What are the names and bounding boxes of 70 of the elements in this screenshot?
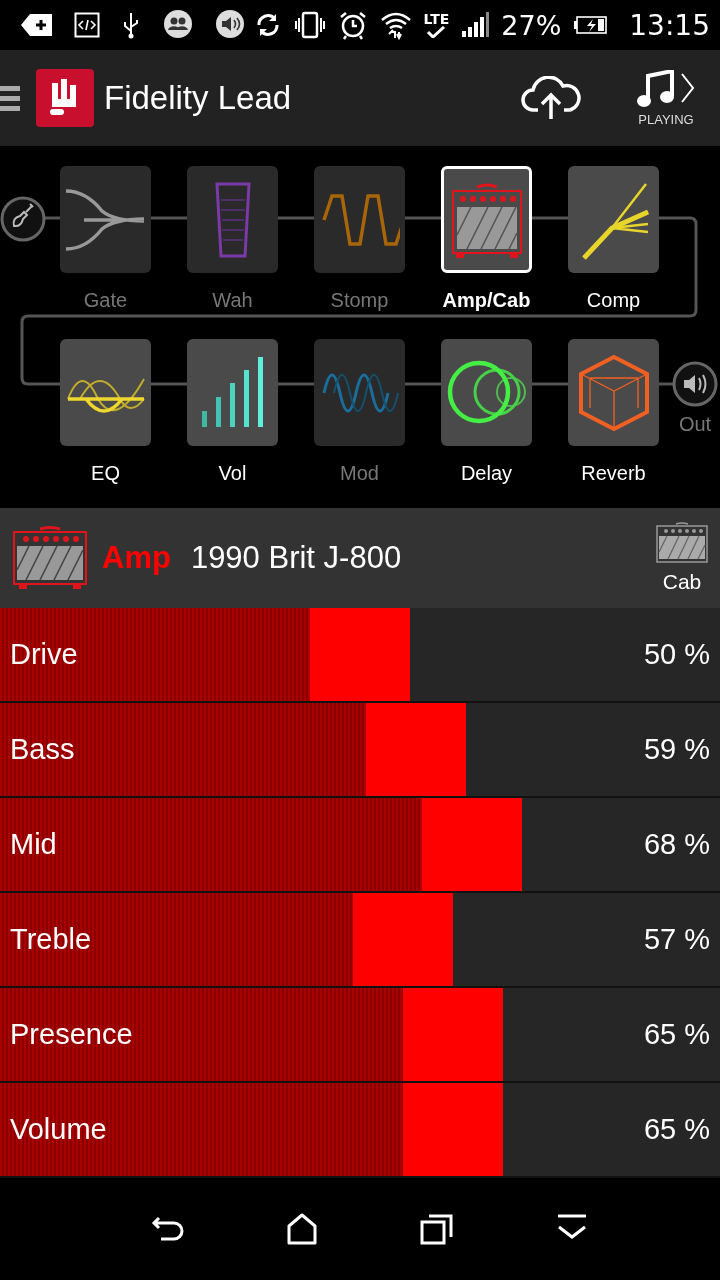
guitar-input-icon bbox=[0, 196, 46, 242]
effect-block[interactable] bbox=[187, 339, 278, 446]
effect-block[interactable] bbox=[60, 166, 151, 273]
code-icon bbox=[74, 12, 100, 38]
model-name[interactable]: 1990 Brit J-800 bbox=[190, 540, 642, 576]
effect-label: Stomp bbox=[330, 289, 389, 312]
speaker-output-icon bbox=[672, 361, 718, 407]
parameter-value: 65 % bbox=[643, 1113, 710, 1146]
parameter-value: 59 % bbox=[643, 733, 710, 766]
parameter-slider[interactable]: Presence 65 % bbox=[0, 988, 720, 1081]
effect-label: Gate bbox=[83, 289, 128, 312]
check-icon bbox=[426, 26, 447, 38]
slider-thumb[interactable] bbox=[421, 798, 522, 891]
cabinet-icon bbox=[656, 522, 708, 566]
cloud-upload-icon[interactable] bbox=[520, 76, 582, 120]
effect-label: Comp bbox=[586, 289, 641, 312]
section-label: Amp bbox=[102, 540, 171, 576]
effect-label: Mod bbox=[340, 462, 379, 485]
slider-thumb[interactable] bbox=[403, 988, 503, 1081]
parameter-slider[interactable]: Bass 59 % bbox=[0, 703, 720, 796]
parameter-slider[interactable]: Treble 57 % bbox=[0, 893, 720, 986]
speaker-icon bbox=[214, 9, 246, 41]
parameter-label: Drive bbox=[10, 638, 78, 671]
home-icon[interactable] bbox=[286, 1213, 319, 1245]
parameter-label: Presence bbox=[10, 1018, 133, 1051]
slider-thumb[interactable] bbox=[365, 703, 466, 796]
tag-plus-icon bbox=[20, 12, 54, 38]
effect-label: Amp/Cab bbox=[442, 289, 531, 312]
parameter-slider[interactable]: Drive 50 % bbox=[0, 608, 720, 701]
battery-percent: 27% bbox=[501, 9, 562, 41]
parameter-value: 68 % bbox=[643, 828, 710, 861]
music-note-icon bbox=[636, 69, 696, 110]
clock: 13:15 bbox=[629, 8, 710, 42]
cab-button[interactable]: Cab bbox=[656, 522, 708, 594]
network-type: LTE bbox=[423, 12, 450, 26]
parameter-slider[interactable]: Volume 65 % bbox=[0, 1083, 720, 1176]
effect-label: EQ bbox=[91, 462, 120, 485]
cube-icon bbox=[577, 353, 650, 432]
parameter-value: 57 % bbox=[643, 923, 710, 956]
output-label: Out bbox=[678, 413, 712, 436]
effect-block[interactable] bbox=[441, 166, 532, 273]
slider-thumb[interactable] bbox=[403, 1083, 503, 1176]
signal-icon bbox=[461, 12, 490, 38]
wifi-icon bbox=[379, 10, 412, 40]
effect-label: Vol bbox=[218, 462, 247, 485]
parameter-label: Mid bbox=[10, 828, 57, 861]
effect-block[interactable] bbox=[568, 166, 659, 273]
parameter-label: Treble bbox=[10, 923, 92, 956]
effect-block[interactable] bbox=[60, 339, 151, 446]
vibrate-icon bbox=[293, 11, 326, 39]
slider-thumb[interactable] bbox=[310, 608, 410, 701]
back-icon[interactable] bbox=[150, 1214, 185, 1244]
now-playing-button[interactable]: PLAYING bbox=[636, 69, 696, 127]
slider-thumb[interactable] bbox=[353, 893, 454, 986]
group-icon bbox=[162, 9, 194, 41]
parameter-label: Volume bbox=[10, 1113, 107, 1146]
recent-apps-icon[interactable] bbox=[419, 1213, 454, 1245]
parameter-value: 50 % bbox=[643, 638, 710, 671]
preset-title: Fidelity Lead bbox=[104, 79, 293, 117]
parameter-slider[interactable]: Mid 68 % bbox=[0, 798, 720, 891]
effect-label: Reverb bbox=[581, 462, 646, 485]
parameter-value: 65 % bbox=[643, 1018, 710, 1051]
effect-block[interactable] bbox=[441, 339, 532, 446]
menu-icon[interactable] bbox=[0, 83, 20, 113]
effect-label: Wah bbox=[212, 289, 253, 312]
amplifier-icon bbox=[12, 526, 88, 590]
parameter-label: Bass bbox=[10, 733, 75, 766]
battery-charging-icon bbox=[573, 16, 608, 34]
effect-label: Delay bbox=[460, 462, 513, 485]
app-logo-icon[interactable] bbox=[36, 69, 94, 127]
